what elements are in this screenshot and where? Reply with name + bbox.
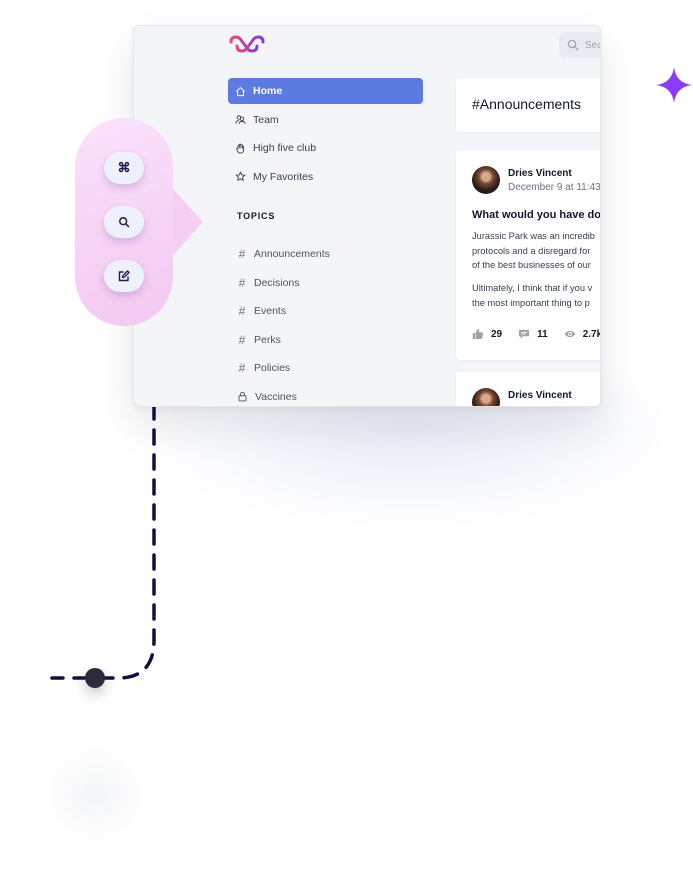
comment-button[interactable]: 11: [518, 328, 548, 340]
search-icon: [119, 217, 130, 228]
command-icon: ⌘: [117, 160, 131, 175]
sidebar-item-label: Team: [253, 113, 279, 126]
comment-icon: [519, 330, 530, 339]
lock-icon: [238, 392, 247, 402]
hand-icon: [236, 143, 245, 154]
post-body-line: Ultimately, I think that if you v: [472, 283, 593, 293]
sidebar-item-my-favorites[interactable]: My Favorites: [228, 164, 423, 190]
sidebar-item-high-five-club[interactable]: High five club: [228, 135, 423, 161]
thumbs-up-icon: [472, 329, 484, 339]
post-author[interactable]: Dries Vincent: [508, 390, 572, 401]
star-icon: [235, 171, 246, 181]
topic-vaccines[interactable]: Vaccines: [230, 383, 425, 407]
heart-chain-logo-icon: [229, 35, 265, 53]
topic-perks[interactable]: # Perks: [230, 326, 425, 355]
sidebar-item-label: My Favorites: [253, 170, 314, 183]
topic-policies[interactable]: # Policies: [230, 354, 425, 383]
search-placeholder: Sea: [585, 39, 600, 51]
channel-title: #Announcements: [472, 96, 581, 112]
post-body-paragraph-1: Jurassic Park was an incredib protocols …: [472, 229, 595, 273]
post-body-paragraph-2: Ultimately, I think that if you v the mo…: [472, 281, 592, 310]
post-title: What would you have dor: [472, 209, 601, 221]
topic-label: Events: [254, 305, 287, 318]
home-icon: [236, 86, 245, 96]
topic-label: Vaccines: [255, 390, 297, 403]
post-stats: 29 11 2.7k: [472, 328, 601, 340]
hash-icon: #: [238, 275, 246, 290]
sidebar-item-team[interactable]: Team: [228, 107, 423, 133]
topic-events[interactable]: # Events: [230, 297, 425, 326]
topics-heading: TOPICS: [237, 211, 276, 221]
post-body-line: protocols and a disregard for: [472, 245, 591, 256]
search-button[interactable]: [104, 206, 144, 238]
post-card[interactable]: Dries Vincent: [456, 372, 600, 406]
topic-label: Policies: [254, 362, 291, 375]
topic-label: Announcements: [254, 248, 330, 261]
hash-icon: #: [238, 247, 246, 262]
avatar[interactable]: [472, 388, 500, 406]
topics-list: # Announcements # Decisions # Events # P…: [230, 240, 425, 407]
channel-header: #Announcements: [456, 78, 600, 132]
edit-icon: [118, 270, 130, 282]
connector-node: [85, 668, 105, 688]
post-body-line: the most important thing to p: [472, 297, 590, 308]
topic-label: Decisions: [254, 276, 300, 289]
command-button[interactable]: ⌘: [104, 152, 144, 184]
like-count: 29: [491, 328, 503, 340]
hash-icon: #: [238, 304, 246, 319]
post-body-line: Jurassic Park was an incredib: [472, 231, 595, 241]
like-button[interactable]: 29: [472, 328, 502, 340]
views-indicator: 2.7k: [564, 328, 601, 340]
search-icon: [567, 39, 579, 51]
sidebar-nav: Home Team High five club My Favorites: [228, 78, 423, 192]
sidebar-item-label: Home: [253, 85, 283, 97]
hash-icon: #: [238, 332, 246, 347]
topic-decisions[interactable]: # Decisions: [230, 269, 425, 298]
post-date[interactable]: December 9 at 11:43: [508, 182, 600, 193]
avatar[interactable]: [472, 166, 500, 194]
compose-button[interactable]: [104, 260, 144, 292]
glow-circle: [40, 740, 150, 850]
app-window: Sea Home Team High five club My Favorite…: [133, 25, 601, 407]
sidebar-item-label: High five club: [253, 142, 317, 154]
search-input[interactable]: Sea: [559, 32, 600, 58]
view-count: 2.7k: [582, 328, 601, 340]
hash-icon: #: [238, 361, 246, 376]
comment-count: 11: [537, 328, 548, 340]
post-author[interactable]: Dries Vincent: [508, 168, 572, 179]
eye-icon: [564, 330, 576, 338]
sparkle-icon: [656, 67, 692, 103]
topic-label: Perks: [254, 333, 281, 346]
post-card[interactable]: Dries Vincent December 9 at 11:43 What w…: [456, 150, 601, 360]
topic-announcements[interactable]: # Announcements: [230, 240, 425, 269]
post-body-line: of the best businesses of our: [472, 260, 591, 270]
team-icon: [235, 115, 246, 124]
sidebar-item-home[interactable]: Home: [228, 78, 423, 104]
